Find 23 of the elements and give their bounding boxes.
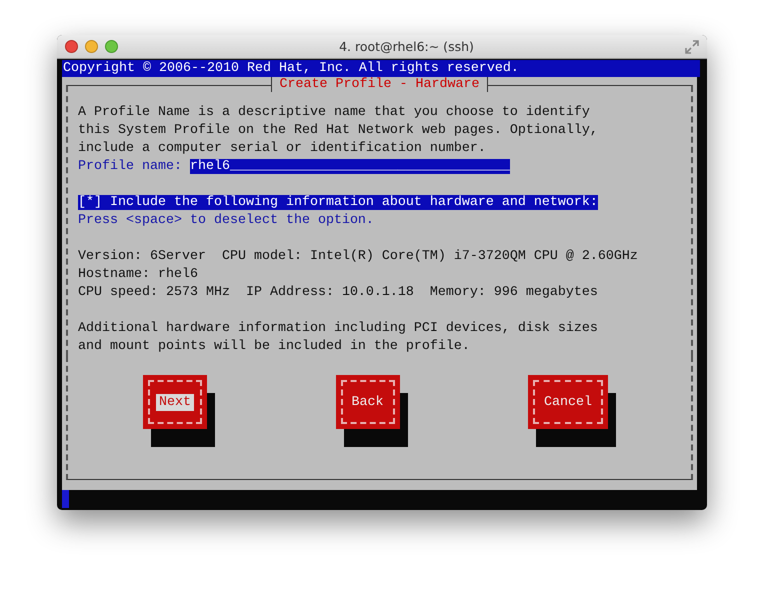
description-text: include a computer serial or identification number.	[78, 140, 487, 158]
description-text: A Profile Name is a descriptive name that you choose to identify	[78, 104, 591, 122]
dialog-button[interactable]: Next	[143, 375, 207, 429]
profile-name-field[interactable]: rhel6___________________________________	[190, 159, 510, 174]
window-title: 4. root@rhel6:~ (ssh)	[338, 39, 475, 54]
copyright-bar: Copyright © 2006--2010 Red Hat, Inc. All rights reserved.	[62, 60, 700, 77]
hint-text: Press <space> to deselect the option.	[78, 212, 375, 230]
note-text: Additional hardware information including PCI devices, disk sizes	[78, 320, 599, 338]
field-label: Profile name:	[78, 159, 182, 174]
include-hardware-checkbox[interactable]: [*] Include the following information about hardware and network:	[78, 195, 598, 210]
system-info-text: Hostname: rhel6	[78, 266, 199, 284]
note-text: and mount points will be included in the profile.	[78, 338, 471, 356]
system-info-text: CPU speed: 2573 MHz IP Address: 10.0.1.18 Memory: 996 megabytes	[78, 284, 599, 302]
system-info-text: Version: 6Server CPU model: Intel(R) Core(TM) i7-3720QM CPU @ 2.60GHz	[78, 248, 639, 266]
fullscreen-icon[interactable]	[685, 40, 699, 54]
minimize-button[interactable]	[85, 40, 98, 53]
dialog-button[interactable]: Back	[336, 375, 400, 429]
dialog-button[interactable]: Cancel	[528, 375, 608, 429]
text-cursor	[62, 490, 69, 508]
description-text: this System Profile on the Red Hat Network web pages. Optionally,	[78, 122, 599, 140]
dialog-title: Create Profile - Hardware	[270, 77, 488, 92]
close-button[interactable]	[65, 40, 78, 53]
zoom-button[interactable]	[105, 40, 118, 53]
